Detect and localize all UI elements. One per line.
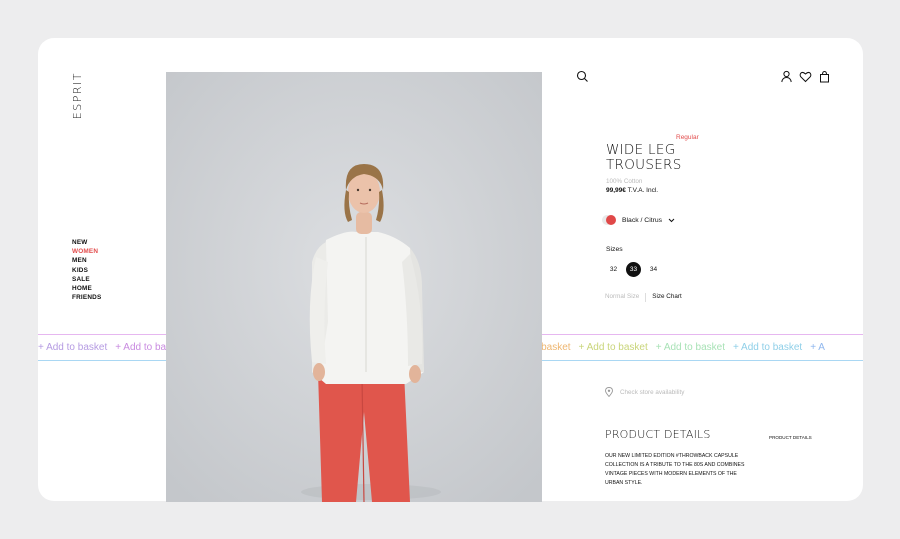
price-suffix: T.V.A. Incl. [627,187,659,194]
color-swatch [606,215,616,225]
price-value: 99,99€ [606,187,626,194]
nav-item-sale[interactable]: SALE [72,275,101,284]
product-details-text: OUR NEW LIMITED EDITION #THROWBACK CAPSU… [605,453,745,486]
store-availability-label: Check store availability [620,388,685,396]
location-pin-icon [605,387,613,397]
product-title-line1: WIDE LEG [606,142,676,158]
size-option-33[interactable]: 33 [626,262,641,277]
bag-icon[interactable] [818,70,831,83]
heart-icon[interactable] [799,70,812,83]
nav-item-friends[interactable]: FRIENDS [72,293,101,302]
divider [645,293,647,302]
size-option-32[interactable]: 32 [606,262,621,277]
nav-item-home[interactable]: HOME [72,284,101,293]
chevron-down-icon [668,218,675,222]
color-label: Black / Citrus [622,216,663,224]
product-photo [166,72,542,502]
size-options: 32 33 34 [606,262,661,277]
nav-item-men[interactable]: MEN [72,256,101,265]
nav-item-new[interactable]: NEW [72,238,101,247]
material-text: 100% Cotton [606,178,643,185]
add-to-basket-item[interactable]: + Add to basket [733,342,802,353]
size-chart-link[interactable]: Size Chart [652,293,681,302]
add-to-basket-item[interactable]: + Add to basket [579,342,648,353]
price: 99,99€ T.V.A. Incl. [606,187,658,194]
model-illustration [166,72,542,502]
product-title: WIDE LEG TROUSERS [606,143,682,173]
add-to-basket-item[interactable]: + Add to basket [38,342,107,353]
add-to-basket-item[interactable]: + A [810,342,825,353]
esprit-logo[interactable]: ESPRIT [71,72,84,119]
product-title-line2: TROUSERS [606,157,682,173]
normal-size-label: Normal Size [605,293,640,300]
sizes-label: Sizes [606,246,623,253]
nav-item-kids[interactable]: KIDS [72,266,101,275]
search-icon[interactable] [576,70,589,83]
add-to-basket-item[interactable]: + Add to basket [656,342,725,353]
color-selector[interactable]: Black / Citrus [606,215,675,225]
size-option-34[interactable]: 34 [646,262,661,277]
user-icon[interactable] [780,70,793,83]
size-info: Normal Size Size Chart [605,293,682,302]
store-availability[interactable]: Check store availability [605,387,684,397]
nav-item-women[interactable]: WOMEN [72,247,101,256]
fit-tag: Regular [676,134,699,141]
product-details-side-label[interactable]: PRODUCT DETAILS [769,435,812,440]
product-details-title: PRODUCT DETAILS [605,428,711,441]
main-nav: NEW WOMEN MEN KIDS SALE HOME FRIENDS [72,238,101,302]
